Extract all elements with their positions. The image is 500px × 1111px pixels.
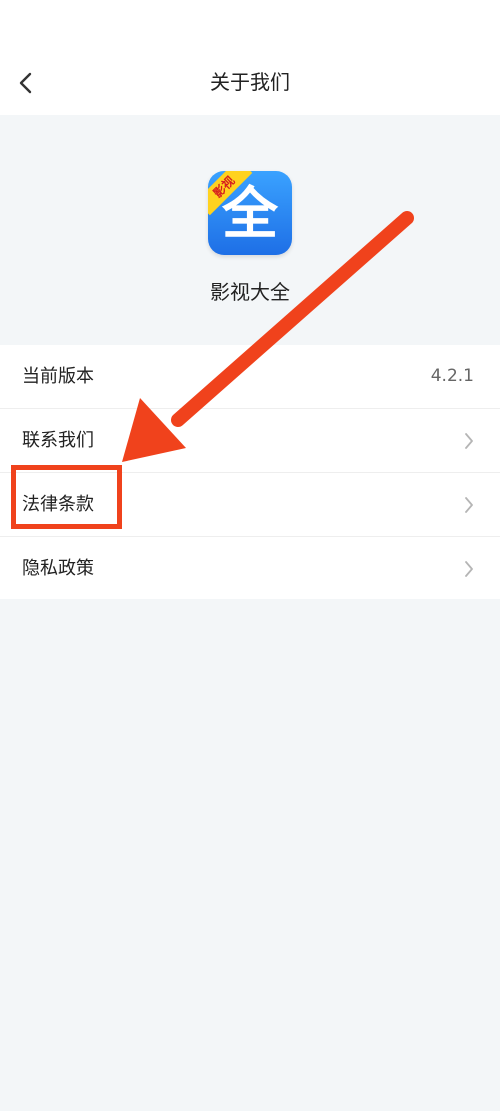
list-item-label: 当前版本 — [22, 366, 94, 387]
chevron-right-icon — [465, 561, 473, 577]
list-item-label: 联系我们 — [22, 430, 94, 451]
version-value: 4.2.1 — [430, 366, 474, 386]
app-name: 影视大全 — [210, 280, 290, 304]
list-item-label: 隐私政策 — [22, 558, 94, 579]
list-item-privacy-policy[interactable]: 隐私政策 — [0, 537, 500, 599]
page-title: 关于我们 — [210, 70, 290, 94]
settings-list: 当前版本 4.2.1 联系我们 法律条款 隐私政策 — [0, 345, 500, 599]
app-logo: 全 影视 — [208, 171, 292, 255]
list-item-legal-terms[interactable]: 法律条款 — [0, 473, 500, 537]
app-header: 关于我们 — [0, 0, 500, 115]
list-item-contact-us[interactable]: 联系我们 — [0, 409, 500, 473]
chevron-right-icon — [465, 497, 473, 513]
chevron-right-icon — [465, 433, 473, 449]
list-item-label: 法律条款 — [22, 494, 94, 515]
app-info-section: 全 影视 影视大全 — [0, 115, 500, 345]
list-item-version: 当前版本 4.2.1 — [0, 345, 500, 409]
